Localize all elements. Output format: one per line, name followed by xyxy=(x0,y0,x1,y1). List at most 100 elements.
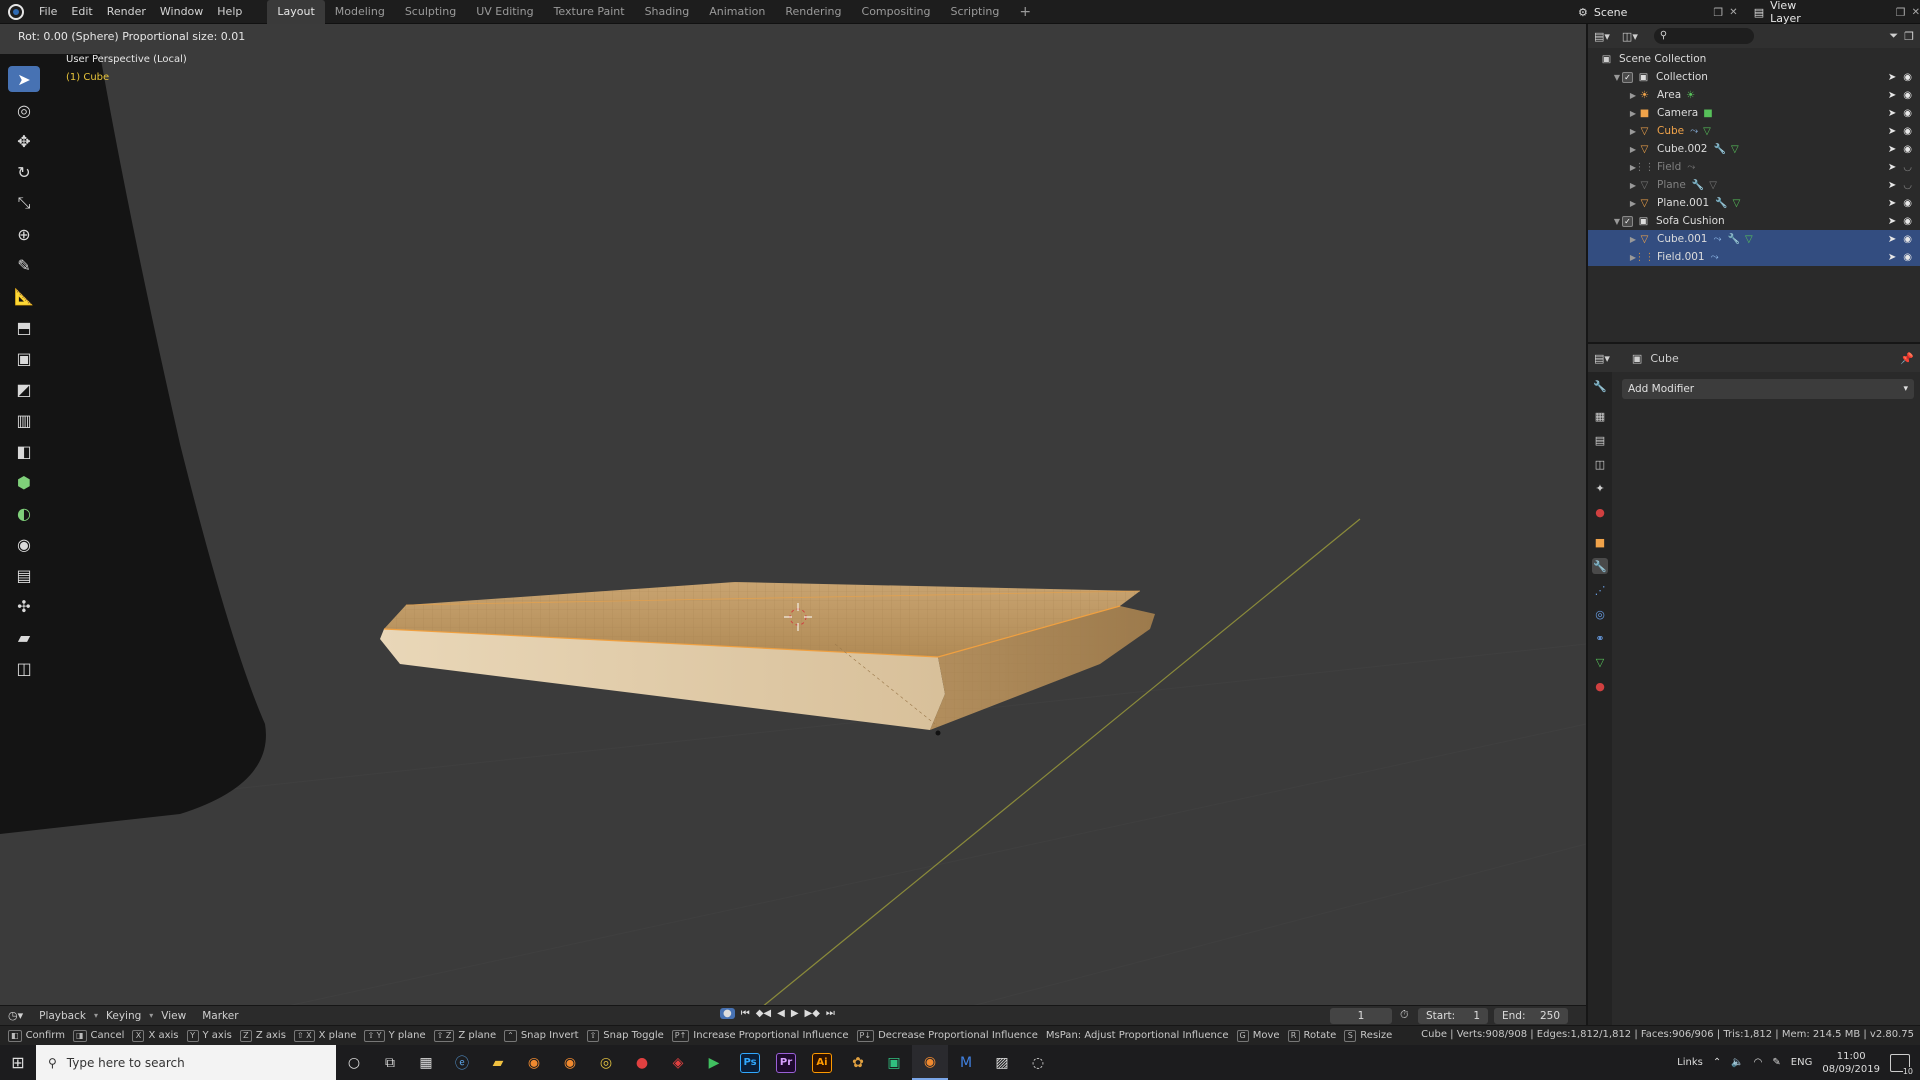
constraints-tab-icon[interactable]: ⚭ xyxy=(1592,630,1608,646)
close-view-layer-icon[interactable]: ✕ xyxy=(1912,7,1920,18)
illustrator-icon[interactable]: Ai xyxy=(804,1045,840,1080)
outliner-row-field[interactable]: ▶ ⋮⋮ Field ⤳ ➤ ◡ xyxy=(1588,158,1920,176)
tool-tab-icon[interactable]: 🔧 xyxy=(1592,378,1608,394)
exclude-checkbox[interactable]: ✓ xyxy=(1622,71,1633,83)
edge-slide-icon[interactable]: ▤ xyxy=(8,562,40,588)
visibility-eye-icon[interactable]: ◉ xyxy=(1903,144,1912,155)
cursor-icon[interactable]: ◎ xyxy=(8,97,40,123)
cortana-icon[interactable]: ○ xyxy=(336,1045,372,1080)
pen-icon[interactable]: ✎ xyxy=(1772,1057,1780,1068)
outliner-row-collection[interactable]: ▼ ✓ ▣ Collection ➤ ◉ xyxy=(1588,68,1920,86)
next-keyframe-icon[interactable]: ▶◆ xyxy=(805,1008,820,1019)
app-circle-icon[interactable]: ◌ xyxy=(1020,1045,1056,1080)
measure-icon[interactable]: 📐 xyxy=(8,283,40,309)
taskbar-search-box[interactable]: ⚲ Type here to search xyxy=(36,1045,336,1080)
menu-render[interactable]: Render xyxy=(100,0,153,24)
modifiers-tab-icon[interactable]: 🔧 xyxy=(1592,558,1608,574)
app-blue-icon[interactable]: M xyxy=(948,1045,984,1080)
spin-icon[interactable]: ◐ xyxy=(8,500,40,526)
outliner-row-field-001[interactable]: ▶ ⋮⋮ Field.001 ⤳ ➤ ◉ xyxy=(1588,248,1920,266)
select-toggle-icon[interactable]: ➤ xyxy=(1888,252,1896,263)
smooth-icon[interactable]: ◉ xyxy=(8,531,40,557)
premiere-icon[interactable]: Pr xyxy=(768,1045,804,1080)
visibility-eye-icon[interactable]: ◉ xyxy=(1903,90,1912,101)
clock[interactable]: 11:00 08/09/2019 xyxy=(1822,1050,1880,1076)
add-workspace-button[interactable]: + xyxy=(1009,0,1041,24)
scene-selector[interactable]: Scene xyxy=(1594,6,1628,19)
view-layer-tab-icon[interactable]: ◫ xyxy=(1592,456,1608,472)
material-tab-icon[interactable]: ● xyxy=(1592,678,1608,694)
output-tab-icon[interactable]: ▤ xyxy=(1592,432,1608,448)
scene-tab-icon[interactable]: ✦ xyxy=(1592,480,1608,496)
menu-window[interactable]: Window xyxy=(153,0,210,24)
outliner-row-area[interactable]: ▶ ☀ Area ☀ ➤ ◉ xyxy=(1588,86,1920,104)
volume-icon[interactable]: 🔈 xyxy=(1731,1057,1743,1068)
bevel-icon[interactable]: ◩ xyxy=(8,376,40,402)
photos-icon[interactable]: ▨ xyxy=(984,1045,1020,1080)
add-modifier-dropdown[interactable]: Add Modifier ▾ xyxy=(1622,379,1914,399)
app-red-icon[interactable]: ● xyxy=(624,1045,660,1080)
outliner-row-sofa-cushion[interactable]: ▼ ✓ ▣ Sofa Cushion ➤ ◉ xyxy=(1588,212,1920,230)
stopwatch-icon[interactable]: ⏱ xyxy=(1400,1008,1409,1022)
select-toggle-icon[interactable]: ➤ xyxy=(1888,198,1896,209)
rotate-icon[interactable]: ↻ xyxy=(8,159,40,185)
shear-icon[interactable]: ▰ xyxy=(8,624,40,650)
select-toggle-icon[interactable]: ➤ xyxy=(1888,90,1896,101)
menu-view[interactable]: View xyxy=(153,1010,194,1022)
play-icon[interactable]: ▶ xyxy=(791,1008,799,1019)
outliner-row-cube-001[interactable]: ▶ ▽ Cube.001 ⤳ 🔧 ▽ ➤ ◉ xyxy=(1588,230,1920,248)
scene-icon[interactable]: ⚙ xyxy=(1578,6,1588,19)
new-view-layer-icon[interactable]: ❐ xyxy=(1896,6,1906,19)
play-icon[interactable]: ▶ xyxy=(696,1045,732,1080)
wifi-icon[interactable]: ◠ xyxy=(1754,1057,1763,1068)
app-red-2-icon[interactable]: ◈ xyxy=(660,1045,696,1080)
poly-build-icon[interactable]: ⬢ xyxy=(8,469,40,495)
editor-type-icon[interactable]: ▤▾ xyxy=(1594,30,1610,43)
language-indicator[interactable]: ENG xyxy=(1791,1057,1813,1068)
tab-animation[interactable]: Animation xyxy=(699,0,775,24)
expand-arrow-icon[interactable]: ▶ xyxy=(1628,91,1638,100)
select-toggle-icon[interactable]: ➤ xyxy=(1888,216,1896,227)
visibility-eye-icon[interactable]: ◉ xyxy=(1903,126,1912,137)
editor-type-icon[interactable]: ▤▾ xyxy=(1594,352,1610,365)
loop-cut-icon[interactable]: ▥ xyxy=(8,407,40,433)
render-tab-icon[interactable]: ▦ xyxy=(1592,408,1608,424)
menu-keying[interactable]: Keying xyxy=(98,1010,149,1022)
hidden-eye-icon[interactable]: ◡ xyxy=(1903,162,1912,173)
view-layer-icon[interactable]: ▤ xyxy=(1754,6,1764,19)
notification-center-icon[interactable]: 10 xyxy=(1890,1053,1913,1076)
outliner-scene-collection[interactable]: ▣ Scene Collection xyxy=(1588,50,1920,68)
blender-logo-icon[interactable] xyxy=(8,3,24,20)
outliner-row-plane[interactable]: ▶ ▽ Plane 🔧 ▽ ➤ ◡ xyxy=(1588,176,1920,194)
display-mode-icon[interactable]: ◫▾ xyxy=(1622,30,1638,43)
current-frame-field[interactable]: 1 xyxy=(1330,1008,1392,1024)
edge-icon[interactable]: ⓔ xyxy=(444,1045,480,1080)
particles-tab-icon[interactable]: ⋰ xyxy=(1592,582,1608,598)
outliner-row-cube-002[interactable]: ▶ ▽ Cube.002 🔧 ▽ ➤ ◉ xyxy=(1588,140,1920,158)
close-scene-icon[interactable]: ✕ xyxy=(1729,7,1737,18)
inset-icon[interactable]: ▣ xyxy=(8,345,40,371)
outliner-row-plane-001[interactable]: ▶ ▽ Plane.001 🔧 ▽ ➤ ◉ xyxy=(1588,194,1920,212)
app-green-icon[interactable]: ▣ xyxy=(876,1045,912,1080)
expand-arrow-icon[interactable]: ▶ xyxy=(1628,199,1638,208)
tab-scripting[interactable]: Scripting xyxy=(940,0,1009,24)
object-tab-icon[interactable]: ■ xyxy=(1592,534,1608,550)
3d-viewport[interactable]: Rot: 0.00 (Sphere) Proportional size: 0.… xyxy=(0,24,1586,1025)
tray-chevron-icon[interactable]: ⌃ xyxy=(1713,1057,1721,1068)
outliner-search-input[interactable]: ⚲ xyxy=(1653,28,1754,44)
expand-arrow-icon[interactable]: ▶ xyxy=(1628,109,1638,118)
visibility-eye-icon[interactable]: ◉ xyxy=(1903,198,1912,209)
tab-uv-editing[interactable]: UV Editing xyxy=(466,0,543,24)
tab-layout[interactable]: Layout xyxy=(267,0,325,24)
shrink-fatten-icon[interactable]: ✣ xyxy=(8,593,40,619)
blender-alt-2-icon[interactable]: ◉ xyxy=(552,1045,588,1080)
select-toggle-icon[interactable]: ➤ xyxy=(1888,108,1896,119)
tab-compositing[interactable]: Compositing xyxy=(852,0,941,24)
start-frame-field[interactable]: Start: 1 xyxy=(1418,1008,1488,1024)
physics-tab-icon[interactable]: ◎ xyxy=(1592,606,1608,622)
extrude-icon[interactable]: ⬒ xyxy=(8,314,40,340)
tray-links[interactable]: Links xyxy=(1677,1057,1703,1068)
blender-icon[interactable]: ◉ xyxy=(912,1045,948,1080)
view-layer-selector[interactable]: View Layer xyxy=(1770,0,1820,25)
menu-playback[interactable]: Playback xyxy=(31,1010,94,1022)
